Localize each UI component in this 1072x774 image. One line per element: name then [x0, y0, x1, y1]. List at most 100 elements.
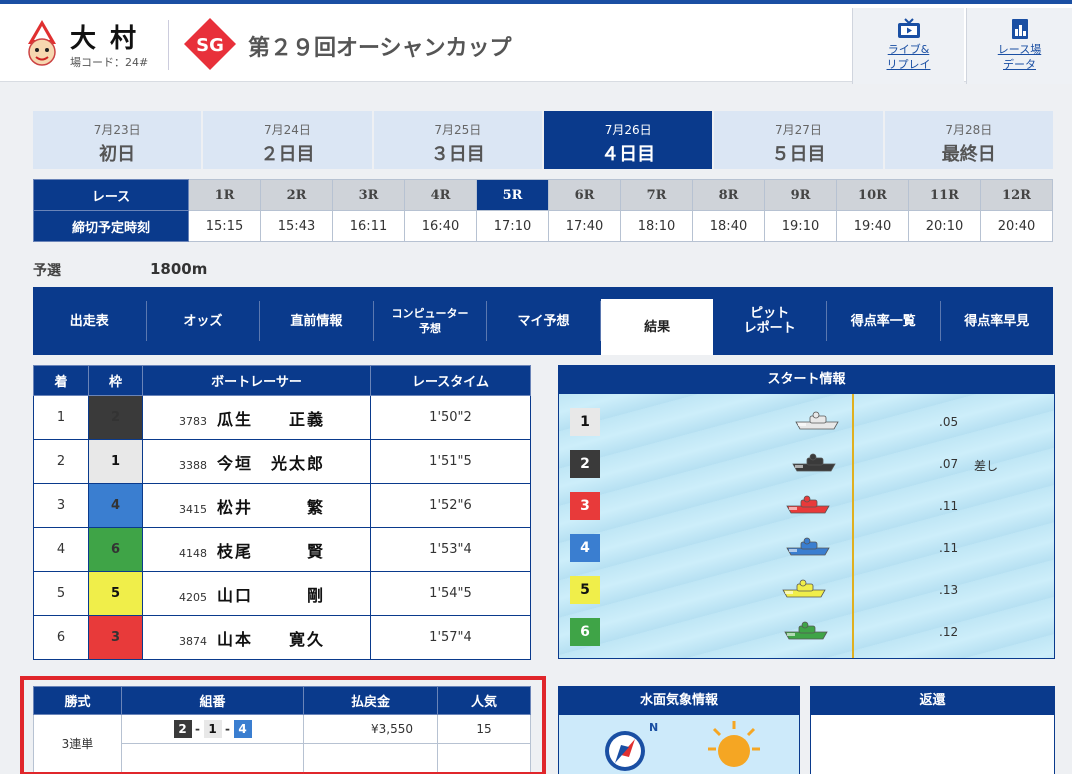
race-number-tab[interactable]: 1R — [188, 179, 261, 211]
venue-name: 大村 — [70, 24, 151, 54]
boat-icon — [795, 411, 839, 430]
result-row: 1 2 3783 瓜生 正義 1'50"2 — [33, 395, 531, 440]
start-water-area: 1 .05 2 .07 差し 3 .11 4 .11 5 .13 6 .12 — [559, 394, 1054, 658]
svg-text:N: N — [649, 721, 658, 734]
race-grade: 予選 — [33, 263, 61, 279]
deadline-time[interactable]: 16:40 — [404, 210, 477, 242]
nav-tab[interactable]: コンピューター 予想 — [374, 301, 488, 341]
results-table: 着 枠 ボートレーサー レースタイム 1 2 3783 瓜生 正義 1'50"2 … — [33, 365, 531, 660]
racer-reg-number: 4205 — [179, 590, 207, 604]
nav-tab[interactable]: 結果 — [600, 299, 714, 355]
deadline-time[interactable]: 17:40 — [548, 210, 621, 242]
racer-cell[interactable]: 3415 松井 繁 — [142, 483, 371, 528]
place-cell: 4 — [33, 527, 89, 572]
racer-name[interactable]: 瓜生 正義 — [217, 410, 325, 429]
frame-cell: 5 — [88, 571, 143, 616]
racer-name[interactable]: 山本 寛久 — [217, 630, 325, 649]
race-number-tab[interactable]: 8R — [692, 179, 765, 211]
race-number-tab[interactable]: 5R — [476, 179, 549, 211]
start-course-box: 2 — [570, 450, 600, 478]
day-tabs: 7月23日 初日 7月24日 ２日目 7月25日 ３日目 7月26日 ４日目 7月27日 ５日目 7… — [33, 111, 1053, 169]
race-number-tab[interactable]: 10R — [836, 179, 909, 211]
racer-cell[interactable]: 3874 山本 寛久 — [142, 615, 371, 660]
day-date: 7月28日 — [945, 123, 993, 137]
deadline-time[interactable]: 18:40 — [692, 210, 765, 242]
race-title: 第２９回オーシャンカップ — [248, 36, 512, 61]
nav-tab[interactable]: マイ予想 — [487, 301, 601, 341]
racer-name[interactable]: 松井 繁 — [217, 498, 325, 517]
race-number-tab[interactable]: 6R — [548, 179, 621, 211]
racer-cell[interactable]: 4148 枝尾 賢 — [142, 527, 371, 572]
race-distance: 1800m — [150, 260, 208, 278]
weather-body: N — [559, 715, 799, 774]
result-row: 3 4 3415 松井 繁 1'52"6 — [33, 483, 531, 528]
start-timing: .13 — [939, 583, 959, 597]
race-number-tab[interactable]: 11R — [908, 179, 981, 211]
wind-compass-icon: N — [605, 721, 658, 771]
day-label: 初日 — [99, 144, 136, 165]
result-row: 5 5 4205 山口 剛 1'54"5 — [33, 571, 531, 616]
deadline-time[interactable]: 16:11 — [332, 210, 405, 242]
mascot-logo-icon[interactable] — [24, 18, 60, 70]
nav-tab[interactable]: 直前情報 — [260, 301, 374, 341]
race-number-tab[interactable]: 3R — [332, 179, 405, 211]
start-course-box: 1 — [570, 408, 600, 436]
deadline-time[interactable]: 19:40 — [836, 210, 909, 242]
nav-tab[interactable]: 得点率早見 — [941, 301, 1054, 341]
racer-cell[interactable]: 3783 瓜生 正義 — [142, 395, 371, 440]
venue-data-link[interactable]: レース場 データ — [966, 8, 1072, 84]
day-tab[interactable]: 7月28日 最終日 — [884, 111, 1053, 169]
day-tab[interactable]: 7月27日 ５日目 — [714, 111, 883, 169]
start-course-box: 3 — [570, 492, 600, 520]
day-tab[interactable]: 7月26日 ４日目 — [543, 111, 713, 169]
place-cell: 6 — [33, 615, 89, 660]
race-number-tab[interactable]: 7R — [620, 179, 693, 211]
deadline-time[interactable]: 19:10 — [764, 210, 837, 242]
deadline-time[interactable]: 15:15 — [188, 210, 261, 242]
day-tab[interactable]: 7月23日初日 — [33, 111, 202, 169]
day-tab[interactable]: 7月24日 ２日目 — [203, 111, 372, 169]
live-replay-label[interactable]: ライブ& リプレイ — [853, 42, 964, 72]
venue-data-label[interactable]: レース場 データ — [967, 42, 1072, 72]
nav-tab[interactable]: オッズ — [147, 301, 261, 341]
nav-tab[interactable]: ピット レポート — [713, 301, 827, 341]
deadline-time[interactable]: 17:10 — [476, 210, 549, 242]
nav-tab[interactable]: 出走表 — [33, 301, 147, 341]
day-date: 7月25日 — [434, 123, 482, 137]
sg-grade-badge: SG — [184, 18, 236, 70]
refund-title: 返還 — [811, 687, 1054, 715]
weather-panel: 水面気象情報 N — [558, 686, 800, 774]
race-number-tab[interactable]: 2R — [260, 179, 333, 211]
live-replay-link[interactable]: ライブ& リプレイ — [852, 8, 964, 84]
race-time-cell: 1'52"6 — [370, 483, 531, 528]
sg-badge-text: SG — [196, 35, 224, 56]
day-date: 7月23日 — [93, 123, 141, 137]
race-time-cell: 1'51"5 — [370, 439, 531, 484]
deadline-time[interactable]: 20:10 — [908, 210, 981, 242]
start-course-box: 4 — [570, 534, 600, 562]
frame-cell: 2 — [88, 395, 143, 440]
day-date: 7月27日 — [775, 123, 822, 137]
racer-name[interactable]: 枝尾 賢 — [217, 542, 325, 561]
racer-cell[interactable]: 3388 今垣 光太郎 — [142, 439, 371, 484]
racer-name[interactable]: 今垣 光太郎 — [217, 454, 325, 473]
frame-cell: 1 — [88, 439, 143, 484]
boat-icon — [782, 579, 826, 598]
racer-name[interactable]: 山口 剛 — [217, 586, 325, 605]
race-number-tab[interactable]: 12R — [980, 179, 1053, 211]
race-info-nav: 出走表 オッズ 直前情報 コンピューター 予想 マイ予想 結果 ピット レポート 得点率一覧得… — [33, 287, 1053, 355]
deadline-time[interactable]: 18:10 — [620, 210, 693, 242]
race-number-tab[interactable]: 4R — [404, 179, 477, 211]
race-number-table: レース 1R 2R 3R 4R 5R 6R 7R 8R 9R 10R 11R 12R 締切予定時刻 1… — [33, 179, 1053, 242]
start-info-title: スタート情報 — [559, 366, 1054, 394]
racer-cell[interactable]: 4205 山口 剛 — [142, 571, 371, 616]
race-number-tab[interactable]: 9R — [764, 179, 837, 211]
place-cell: 3 — [33, 483, 89, 528]
nav-tab[interactable]: 得点率一覧 — [827, 301, 941, 341]
day-tab[interactable]: 7月25日 ３日目 — [373, 111, 542, 169]
deadline-time[interactable]: 15:43 — [260, 210, 333, 242]
deadline-time[interactable]: 20:40 — [980, 210, 1053, 242]
racer-reg-number: 3388 — [179, 458, 207, 472]
boat-icon — [784, 621, 828, 640]
header-divider — [168, 20, 169, 70]
